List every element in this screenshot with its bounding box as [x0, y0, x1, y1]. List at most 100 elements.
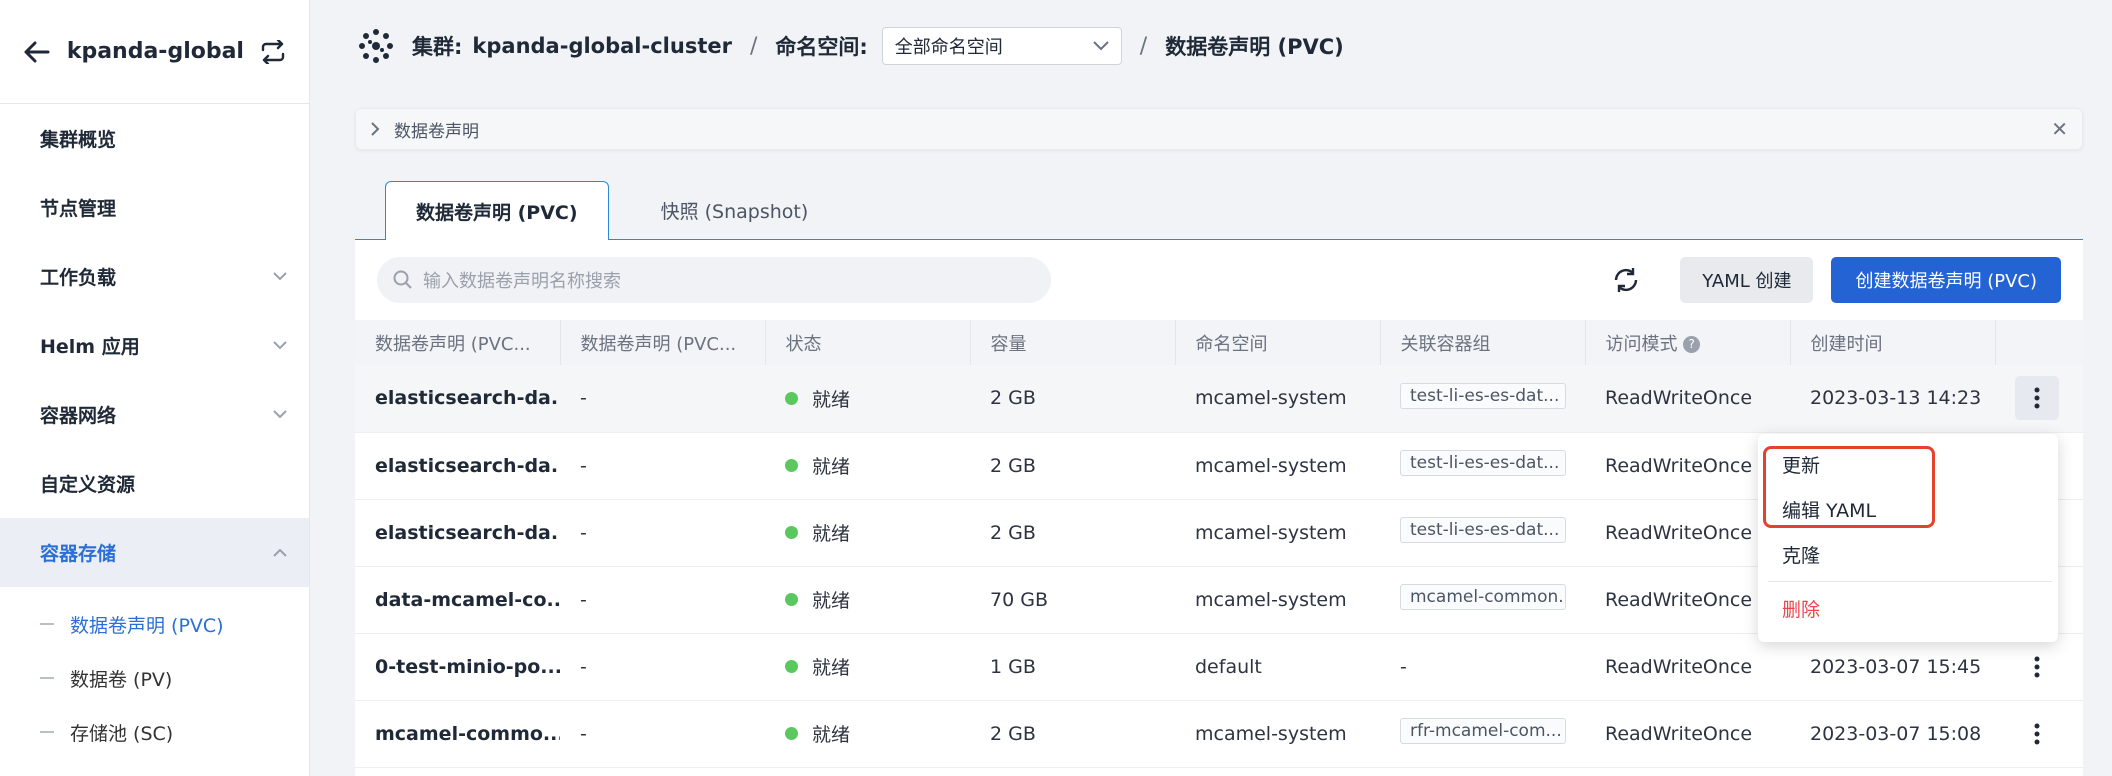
create-pvc-button[interactable]: 创建数据卷声明 (PVC)	[1831, 257, 2061, 303]
breadcrumb-separator: /	[749, 33, 758, 59]
pod-tag[interactable]: test-li-es-es-dat...	[1400, 517, 1566, 543]
tab-snapshot[interactable]: 快照 (Snapshot)	[631, 181, 839, 239]
pv-cell: -	[580, 454, 587, 477]
sidebar-header: kpanda-global-...	[0, 0, 309, 104]
more-actions-icon[interactable]	[2015, 712, 2059, 756]
breadcrumb-separator: /	[1139, 33, 1148, 59]
created-time-cell: 2023-03-07 15:08	[1810, 722, 1982, 745]
cluster-title: kpanda-global-...	[66, 39, 244, 64]
actions-cell	[1995, 633, 2083, 700]
table-row[interactable]: 0-test-minio-po... - 就绪 1 GB default - ReadWri…	[355, 633, 2083, 700]
menu-item-clone[interactable]: 克隆	[1758, 532, 2058, 577]
sidebar-subitem-pv[interactable]: 数据卷 (PV)	[0, 651, 309, 705]
column-header[interactable]: 命名空间	[1175, 320, 1381, 365]
help-icon[interactable]: ?	[1683, 336, 1701, 353]
status-text: 就绪	[812, 388, 851, 411]
info-banner-text: 数据卷声明	[394, 121, 479, 142]
status-dot-icon	[785, 593, 798, 606]
namespace-select[interactable]: 全部命名空间	[881, 27, 1122, 65]
sidebar-item-label: 集群概览	[40, 129, 117, 151]
sidebar-item-helm-apps[interactable]: Helm 应用	[0, 311, 309, 380]
column-header-actions	[1995, 320, 2083, 365]
capacity-cell: 2 GB	[990, 521, 1036, 544]
pv-cell: -	[580, 521, 587, 544]
pod-empty: -	[1400, 655, 1407, 678]
pvc-name-link[interactable]: data-mcamel-co...	[355, 566, 560, 633]
sidebar-subitem-sc[interactable]: 存储池 (SC)	[0, 705, 309, 759]
status-dot-icon	[785, 727, 798, 740]
capacity-cell: 2 GB	[990, 387, 1036, 410]
access-mode-cell: ReadWriteOnce	[1605, 387, 1753, 410]
close-icon[interactable]: ✕	[2051, 117, 2068, 141]
chevron-right-icon[interactable]	[370, 122, 380, 136]
sidebar: kpanda-global-... 集群概览 节点管理 工作负载 Helm 应用…	[0, 0, 310, 776]
column-header[interactable]: 数据卷声明 (PVC...	[560, 320, 766, 365]
column-header[interactable]: 访问模式 ?	[1585, 320, 1791, 365]
table-row[interactable]: mcamel-commo... - 就绪 2 GB mcamel-system rfr-m…	[355, 700, 2083, 767]
status-text: 就绪	[812, 456, 851, 478]
yaml-create-button[interactable]: YAML 创建	[1680, 257, 1814, 303]
dash-icon	[40, 623, 54, 625]
menu-item-delete[interactable]: 删除	[1758, 586, 2058, 631]
status-dot-icon	[785, 459, 798, 472]
column-header[interactable]: 数据卷声明 (PVC...	[355, 320, 561, 365]
created-time-cell: 2023-03-07 15:45	[1810, 655, 1982, 678]
pvc-name-link[interactable]: elasticsearch-da...	[355, 499, 560, 566]
created-time-cell: 2023-03-13 14:23	[1810, 387, 1982, 410]
pv-cell: -	[580, 722, 587, 745]
sidebar-item-label: 工作负载	[40, 267, 117, 289]
pvc-name-link[interactable]: mcamel-commo...	[355, 700, 560, 767]
pvc-name-link[interactable]: elasticsearch-da...	[355, 432, 560, 499]
namespace-cell: default	[1195, 655, 1262, 678]
search-input[interactable]: 输入数据卷声明名称搜索	[377, 257, 1051, 303]
dash-icon	[40, 731, 54, 733]
pvc-name-link[interactable]: 0-test-minio-po...	[355, 633, 560, 700]
sidebar-item-workloads[interactable]: 工作负载	[0, 242, 309, 311]
pv-cell: -	[580, 387, 587, 410]
sidebar-item-container-storage[interactable]: 容器存储	[0, 518, 309, 587]
capacity-cell: 70 GB	[990, 588, 1048, 611]
refresh-icon[interactable]	[1606, 260, 1646, 300]
sidebar-item-cluster-overview[interactable]: 集群概览	[0, 104, 309, 173]
column-header[interactable]: 容量	[970, 320, 1176, 365]
status-cell: 就绪	[765, 566, 970, 633]
status-text: 就绪	[812, 657, 851, 679]
pv-cell: -	[580, 655, 587, 678]
sidebar-subitem-pvc[interactable]: 数据卷声明 (PVC)	[0, 597, 309, 651]
namespace-cell: mcamel-system	[1195, 722, 1347, 745]
more-actions-icon[interactable]	[2015, 376, 2059, 421]
pod-tag[interactable]: rfr-mcamel-com...	[1400, 718, 1566, 744]
toolbar: 输入数据卷声明名称搜索 YAML 创建 创建数据卷声明 (PVC)	[355, 240, 2083, 320]
access-mode-cell: ReadWriteOnce	[1605, 655, 1753, 678]
back-arrow-icon[interactable]	[22, 36, 53, 68]
cluster-icon	[359, 29, 393, 63]
column-header[interactable]: 关联容器组	[1380, 320, 1586, 365]
status-cell: 就绪	[765, 700, 970, 767]
pod-tag[interactable]: test-li-es-es-dat...	[1400, 450, 1566, 476]
column-header[interactable]: 状态	[765, 320, 971, 365]
pod-tag[interactable]: test-li-es-es-dat...	[1400, 382, 1566, 409]
chevron-down-icon	[273, 341, 287, 350]
status-dot-icon	[785, 391, 798, 405]
pod-cell: rfr-mcamel-com...	[1380, 700, 1585, 767]
namespace-cell: mcamel-system	[1195, 521, 1347, 544]
pvc-name-link[interactable]: elasticsearch-da...	[355, 365, 560, 432]
sidebar-item-label: Helm 应用	[40, 336, 140, 358]
capacity-cell: 2 GB	[990, 454, 1036, 477]
pod-tag[interactable]: mcamel-common...	[1400, 584, 1566, 610]
sidebar-subitem-label: 数据卷声明 (PVC)	[70, 614, 224, 637]
sidebar-item-node-management[interactable]: 节点管理	[0, 173, 309, 242]
tab-bar: 数据卷声明 (PVC) 快照 (Snapshot)	[355, 181, 2083, 240]
tab-pvc[interactable]: 数据卷声明 (PVC)	[385, 181, 609, 240]
search-icon	[393, 270, 412, 289]
status-cell: 就绪	[765, 633, 970, 700]
more-actions-icon[interactable]	[2015, 645, 2059, 689]
cluster-name[interactable]: kpanda-global-cluster	[472, 34, 732, 58]
search-placeholder: 输入数据卷声明名称搜索	[423, 271, 621, 292]
column-header[interactable]: 创建时间	[1790, 320, 1996, 365]
sidebar-item-custom-resources[interactable]: 自定义资源	[0, 449, 309, 518]
switch-cluster-icon[interactable]	[258, 37, 287, 67]
status-cell: 就绪	[765, 499, 970, 566]
table-row[interactable]: elasticsearch-da... - 就绪 2 GB mcamel-system t…	[355, 365, 2083, 432]
sidebar-item-container-network[interactable]: 容器网络	[0, 380, 309, 449]
